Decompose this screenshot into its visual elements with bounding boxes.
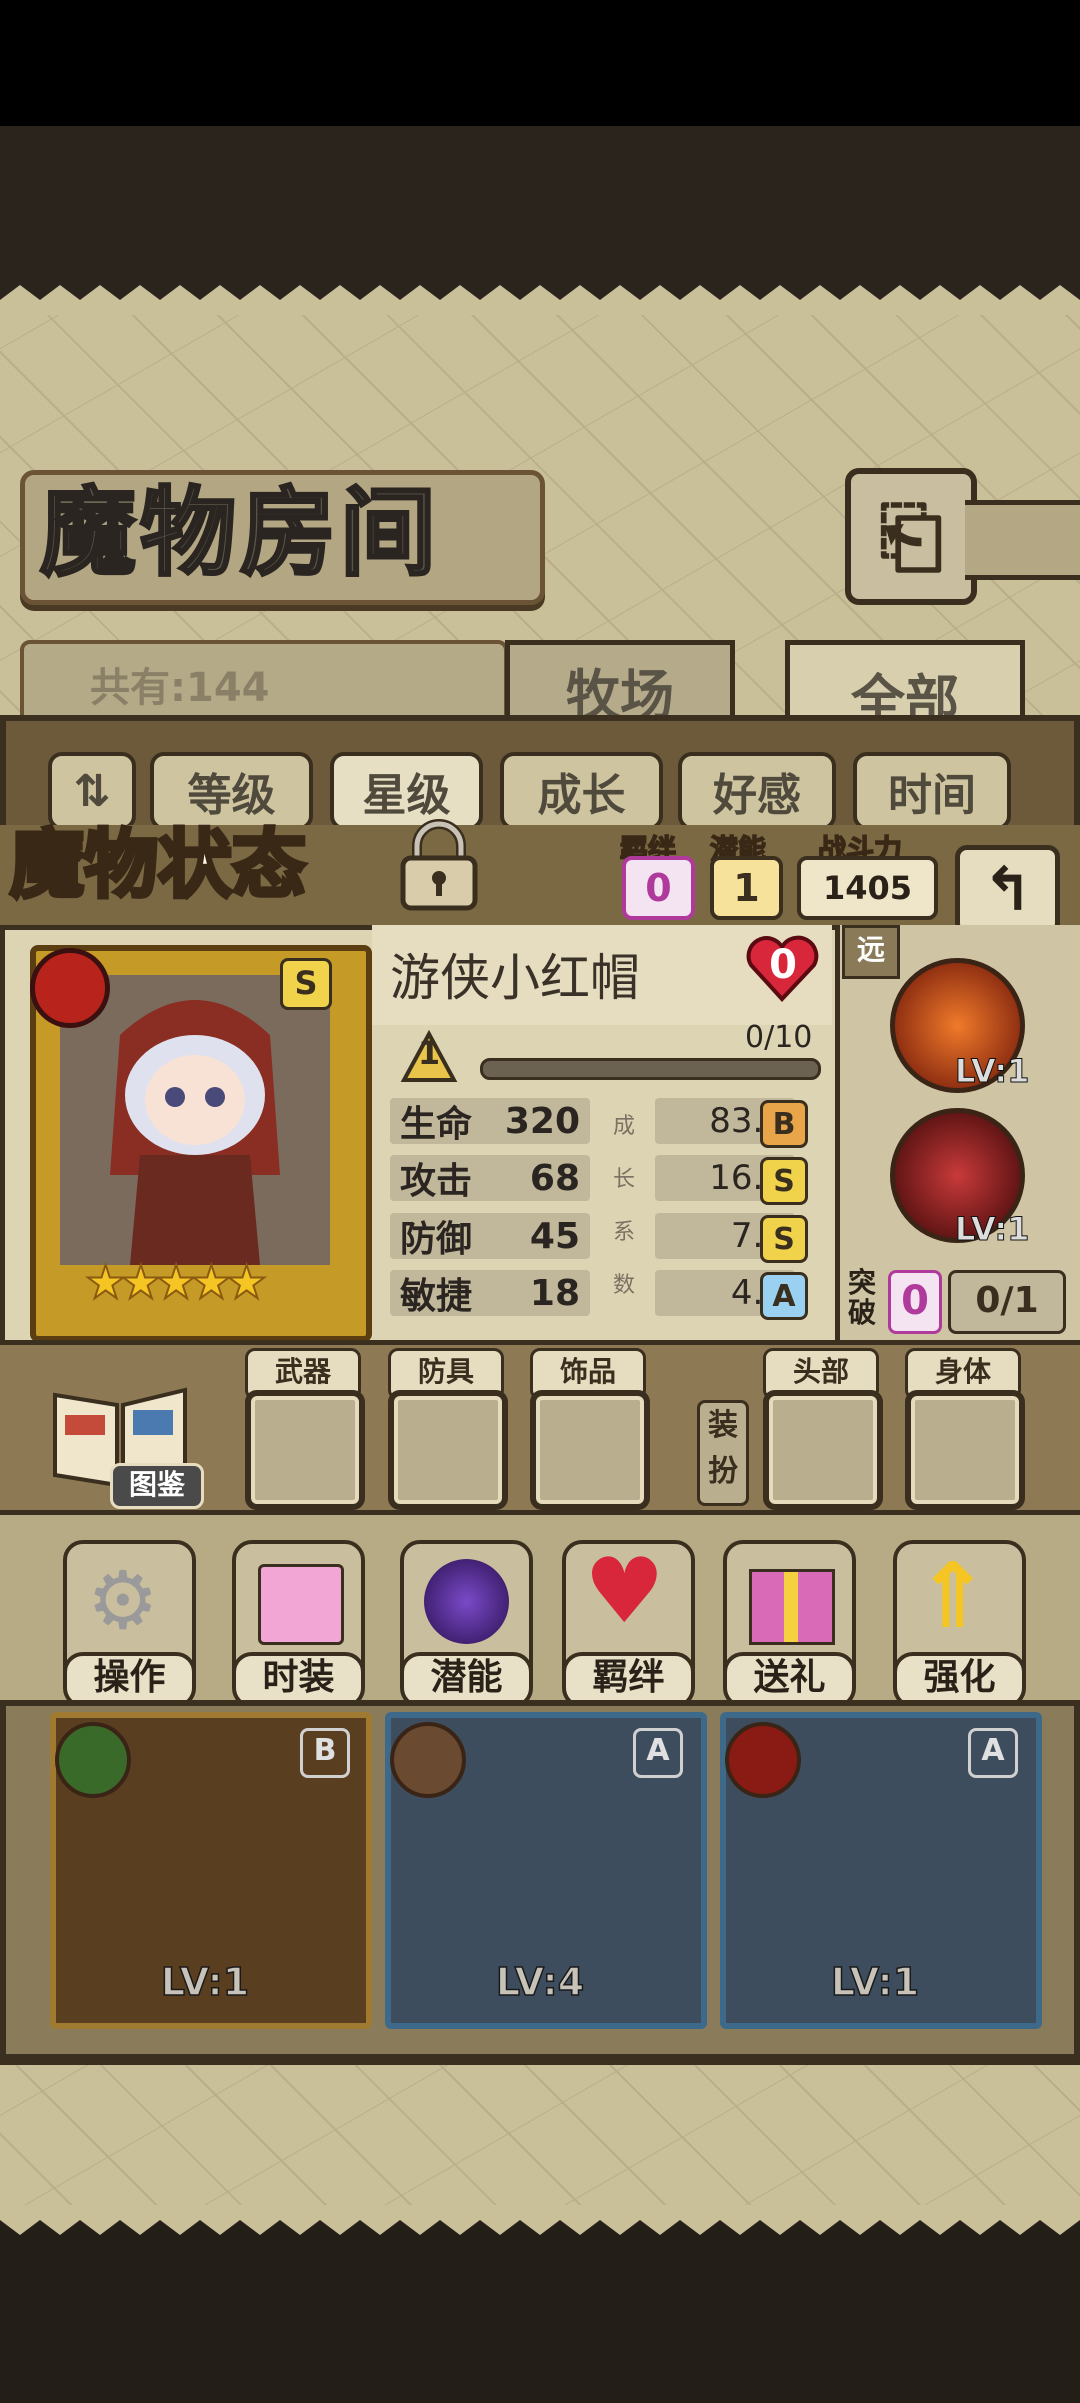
- codex-label: 图鉴: [110, 1463, 204, 1509]
- sort-time[interactable]: 时间: [853, 752, 1011, 830]
- stat-row-agi: 敏捷 18: [390, 1270, 590, 1317]
- exit-icon: ⎗: [879, 489, 943, 583]
- star-rating: ★★★★★: [84, 1254, 268, 1310]
- close-status-button[interactable]: ↰: [955, 845, 1060, 935]
- status-title: 魔物状态: [8, 820, 308, 910]
- exp-text: 0/10: [745, 1020, 813, 1055]
- skill-2-level: LV:1: [954, 1210, 1030, 1249]
- demon-icon: [424, 1559, 509, 1644]
- fire-element-icon: [725, 1722, 801, 1798]
- outfit-button[interactable]: 装扮: [697, 1400, 749, 1506]
- skill-1-level: LV:1: [954, 1052, 1030, 1091]
- bond-value: 0: [622, 856, 695, 920]
- accessory-slot[interactable]: [530, 1390, 650, 1510]
- head-slot[interactable]: [763, 1390, 883, 1510]
- sort-affection[interactable]: 好感: [678, 752, 836, 830]
- earth-element-icon: [390, 1722, 466, 1798]
- list-level: LV:1: [160, 1959, 250, 2005]
- potential-value: 1: [710, 856, 783, 920]
- monster-portrait: [60, 975, 330, 1265]
- bottom-background: [0, 2220, 1080, 2403]
- monster-count: 共有:144: [90, 665, 270, 711]
- breakthrough-value: 0: [888, 1270, 942, 1334]
- exit-button[interactable]: ⎗: [845, 468, 977, 605]
- sort-order-icon: ⇅: [73, 765, 111, 817]
- affection-value: 0: [769, 942, 797, 988]
- range-type-badge: 远: [842, 925, 900, 979]
- armor-slot[interactable]: [388, 1390, 508, 1510]
- level-value: 1: [417, 1034, 441, 1072]
- list-level: LV:1: [830, 1959, 920, 2005]
- exp-bar: [480, 1058, 821, 1080]
- list-level: LV:4: [495, 1959, 585, 2005]
- page-title: 魔物房间: [39, 476, 440, 589]
- breakthrough-progress: 0/1: [948, 1270, 1066, 1334]
- grade-badge-def: S: [760, 1215, 808, 1263]
- fire-element-icon: [30, 948, 110, 1028]
- monster-name: 游侠小红帽: [390, 949, 640, 1007]
- list-grade-badge: A: [633, 1728, 683, 1778]
- zigzag-edge-bottom: [0, 2205, 1080, 2235]
- body-slot[interactable]: [905, 1390, 1025, 1510]
- shirt-icon: [258, 1564, 344, 1645]
- sort-growth[interactable]: 成长: [500, 752, 663, 830]
- grade-badge-hp: B: [760, 1100, 808, 1148]
- stat-row-hp: 生命 320: [390, 1098, 590, 1145]
- growth-coefficient-label: 成长系数: [612, 1114, 635, 1298]
- nature-element-icon: [55, 1722, 131, 1798]
- breakthrough-label: 突破: [848, 1266, 877, 1329]
- card-grade-badge: S: [280, 958, 332, 1010]
- list-grade-badge: B: [300, 1728, 350, 1778]
- gear-icon: ⚙: [87, 1554, 159, 1647]
- stat-row-atk: 攻击 68: [390, 1155, 590, 1202]
- power-value: 1405: [797, 856, 938, 920]
- zigzag-edge-top: [0, 285, 1080, 315]
- grade-badge-atk: S: [760, 1157, 808, 1205]
- gift-icon: [749, 1569, 835, 1645]
- up-arrows-icon: ⇑: [915, 1544, 991, 1649]
- exit-plate: [965, 500, 1080, 580]
- hearts-icon: ♥: [584, 1539, 665, 1644]
- lock-icon[interactable]: [395, 818, 483, 913]
- list-grade-badge: A: [968, 1728, 1018, 1778]
- weapon-slot[interactable]: [245, 1390, 365, 1510]
- stat-row-def: 防御 45: [390, 1213, 590, 1260]
- grade-badge-agi: A: [760, 1272, 808, 1320]
- return-arrow-icon: ↰: [982, 855, 1033, 925]
